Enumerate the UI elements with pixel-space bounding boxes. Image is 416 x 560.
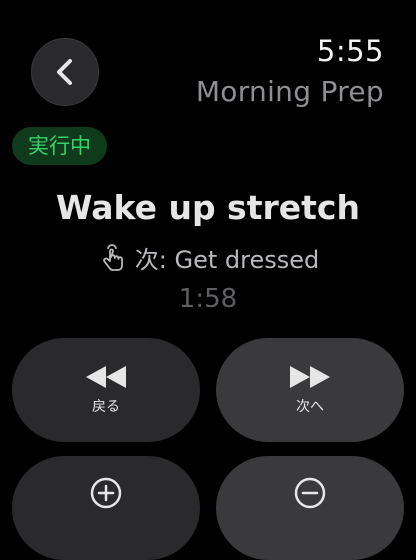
back-button[interactable] xyxy=(31,38,99,106)
chevron-left-icon xyxy=(57,59,72,85)
task-title: Wake up stretch xyxy=(56,188,360,227)
rewind-icon xyxy=(86,366,126,388)
clock: 5:55 xyxy=(316,34,384,68)
plus-circle-icon xyxy=(90,477,122,509)
status-badge: 実行中 xyxy=(12,127,107,165)
next-label: 次へ xyxy=(296,399,324,415)
previous-label: 戻る xyxy=(92,399,120,415)
next-task-label: 次: Get dressed xyxy=(134,246,320,274)
add-time-button[interactable] xyxy=(12,456,200,560)
fast-forward-icon xyxy=(290,366,330,388)
minus-circle-icon xyxy=(294,477,326,509)
subtract-time-button[interactable] xyxy=(216,456,404,560)
next-task-row: 次: Get dressed xyxy=(0,240,416,275)
timer: 1:58 xyxy=(178,284,238,314)
previous-button[interactable]: 戻る xyxy=(12,338,200,442)
app-title: Morning Prep xyxy=(195,75,384,108)
next-button[interactable]: 次へ xyxy=(216,338,404,442)
tap-hand-icon xyxy=(103,243,123,271)
